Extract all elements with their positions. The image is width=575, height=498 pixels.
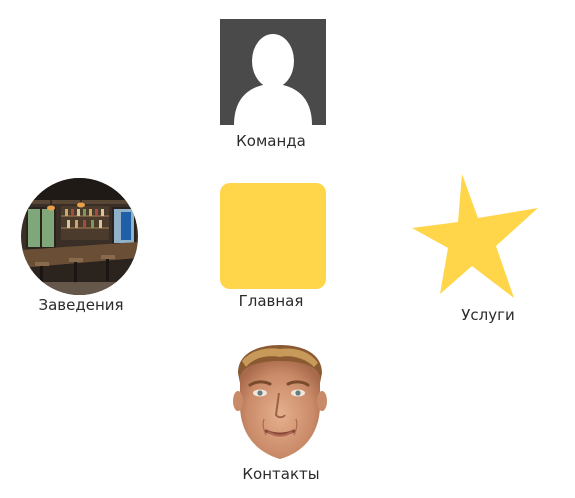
nav-services-label: Услуги bbox=[461, 306, 515, 324]
nav-home-label: Главная bbox=[238, 292, 304, 310]
nav-contacts-label: Контакты bbox=[242, 465, 320, 483]
nav-venues-label: Заведения bbox=[38, 296, 124, 314]
venue-photo-icon bbox=[21, 178, 138, 295]
nav-contacts[interactable] bbox=[228, 343, 330, 461]
nav-team[interactable] bbox=[220, 19, 326, 125]
nav-venues[interactable] bbox=[21, 178, 138, 295]
face-portrait-icon bbox=[233, 345, 327, 459]
user-placeholder-icon bbox=[220, 19, 326, 125]
square-icon bbox=[220, 183, 326, 289]
nav-team-label: Команда bbox=[236, 132, 306, 150]
star-icon bbox=[412, 174, 538, 298]
nav-services[interactable] bbox=[410, 172, 540, 300]
nav-home[interactable] bbox=[220, 183, 326, 289]
